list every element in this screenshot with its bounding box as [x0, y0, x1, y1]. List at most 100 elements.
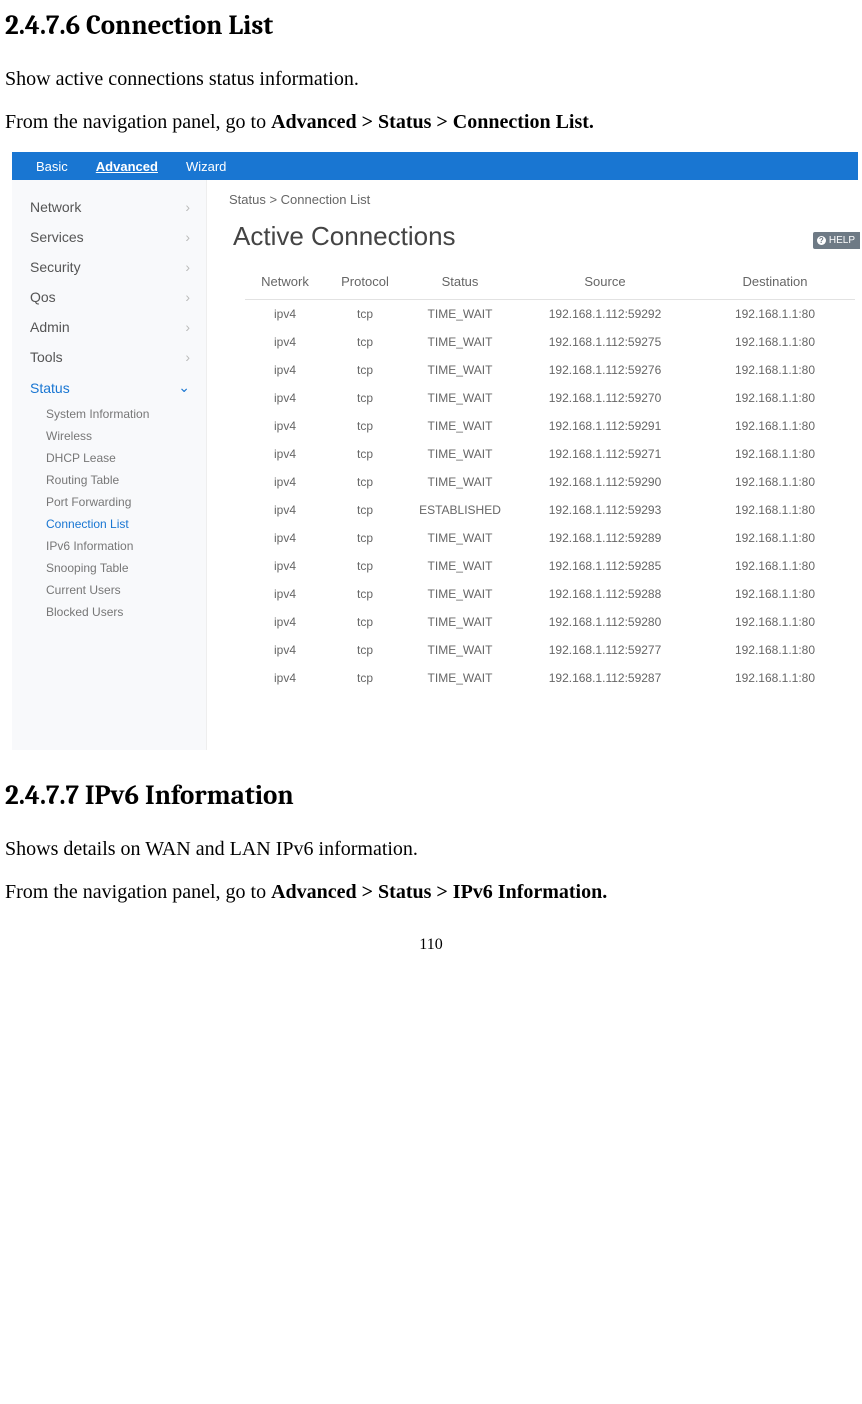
cell-destination: 192.168.1.1:80: [695, 608, 855, 636]
table-row: ipv4tcpTIME_WAIT192.168.1.112:59277192.1…: [245, 636, 855, 664]
cell-protocol: tcp: [325, 356, 405, 384]
cell-destination: 192.168.1.1:80: [695, 664, 855, 692]
sidebar-item-security[interactable]: Security ›: [12, 252, 206, 282]
sidebar-item-admin[interactable]: Admin ›: [12, 312, 206, 342]
cell-destination: 192.168.1.1:80: [695, 356, 855, 384]
th-destination: Destination: [695, 264, 855, 300]
tab-advanced[interactable]: Advanced: [82, 154, 172, 179]
cell-protocol: tcp: [325, 300, 405, 329]
breadcrumb: Status > Connection List: [227, 186, 858, 221]
help-label: HELP: [829, 235, 855, 246]
cell-network: ipv4: [245, 300, 325, 329]
app-body: Network › Services › Security › Qos › Ad…: [12, 180, 858, 750]
cell-protocol: tcp: [325, 664, 405, 692]
sidebar-item-qos[interactable]: Qos ›: [12, 282, 206, 312]
help-icon: ?: [817, 236, 826, 245]
cell-destination: 192.168.1.1:80: [695, 580, 855, 608]
section1-p2-prefix: From the navigation panel, go to: [5, 111, 271, 133]
table-row: ipv4tcpTIME_WAIT192.168.1.112:59291192.1…: [245, 412, 855, 440]
sidebar-sub-port-forwarding[interactable]: Port Forwarding: [12, 491, 206, 513]
section2-para1: Shows details on WAN and LAN IPv6 inform…: [5, 836, 862, 863]
table-row: ipv4tcpTIME_WAIT192.168.1.112:59289192.1…: [245, 524, 855, 552]
table-row: ipv4tcpTIME_WAIT192.168.1.112:59270192.1…: [245, 384, 855, 412]
sidebar-item-tools[interactable]: Tools ›: [12, 342, 206, 372]
cell-destination: 192.168.1.1:80: [695, 300, 855, 329]
cell-network: ipv4: [245, 608, 325, 636]
sidebar-item-label: Network: [30, 199, 81, 215]
cell-destination: 192.168.1.1:80: [695, 440, 855, 468]
sidebar-item-services[interactable]: Services ›: [12, 222, 206, 252]
cell-network: ipv4: [245, 328, 325, 356]
chevron-right-icon: ›: [185, 289, 190, 305]
cell-protocol: tcp: [325, 580, 405, 608]
cell-source: 192.168.1.112:59292: [515, 300, 695, 329]
th-status: Status: [405, 264, 515, 300]
connections-table-wrap: Network Protocol Status Source Destinati…: [245, 264, 858, 692]
cell-destination: 192.168.1.1:80: [695, 384, 855, 412]
table-row: ipv4tcpTIME_WAIT192.168.1.112:59287192.1…: [245, 664, 855, 692]
cell-protocol: tcp: [325, 524, 405, 552]
cell-network: ipv4: [245, 636, 325, 664]
sidebar-sub-current-users[interactable]: Current Users: [12, 579, 206, 601]
help-button[interactable]: ? HELP: [813, 232, 860, 249]
cell-network: ipv4: [245, 524, 325, 552]
sidebar-item-network[interactable]: Network ›: [12, 192, 206, 222]
table-row: ipv4tcpTIME_WAIT192.168.1.112:59280192.1…: [245, 608, 855, 636]
chevron-down-icon: ⌄: [178, 379, 190, 396]
cell-source: 192.168.1.112:59293: [515, 496, 695, 524]
section-heading-1: 2.4.7.6 Connection List: [5, 10, 862, 41]
table-row: ipv4tcpTIME_WAIT192.168.1.112:59292192.1…: [245, 300, 855, 329]
cell-protocol: tcp: [325, 496, 405, 524]
cell-status: TIME_WAIT: [405, 580, 515, 608]
sidebar-sub-ipv6-information[interactable]: IPv6 Information: [12, 535, 206, 557]
sidebar-sub-system-information[interactable]: System Information: [12, 403, 206, 425]
section2-p2-bold: Advanced > Status > IPv6 Information.: [271, 881, 607, 903]
cell-status: TIME_WAIT: [405, 328, 515, 356]
cell-destination: 192.168.1.1:80: [695, 496, 855, 524]
cell-status: TIME_WAIT: [405, 384, 515, 412]
th-source: Source: [515, 264, 695, 300]
th-network: Network: [245, 264, 325, 300]
cell-status: TIME_WAIT: [405, 468, 515, 496]
cell-source: 192.168.1.112:59270: [515, 384, 695, 412]
cell-destination: 192.168.1.1:80: [695, 468, 855, 496]
sidebar-sub-routing-table[interactable]: Routing Table: [12, 469, 206, 491]
chevron-right-icon: ›: [185, 319, 190, 335]
tab-basic[interactable]: Basic: [22, 154, 82, 179]
main-panel: Status > Connection List ? HELP Active C…: [207, 180, 858, 750]
sidebar-item-label: Services: [30, 229, 84, 245]
sidebar-sub-snooping-table[interactable]: Snooping Table: [12, 557, 206, 579]
cell-destination: 192.168.1.1:80: [695, 552, 855, 580]
cell-network: ipv4: [245, 580, 325, 608]
section2-p2-prefix: From the navigation panel, go to: [5, 881, 271, 903]
sidebar-sub-dhcp-lease[interactable]: DHCP Lease: [12, 447, 206, 469]
cell-protocol: tcp: [325, 552, 405, 580]
connections-table: Network Protocol Status Source Destinati…: [245, 264, 855, 692]
sidebar-sub-wireless[interactable]: Wireless: [12, 425, 206, 447]
section-heading-2: 2.4.7.7 IPv6 Information: [5, 780, 862, 811]
cell-protocol: tcp: [325, 328, 405, 356]
tab-wizard[interactable]: Wizard: [172, 154, 240, 179]
sidebar-sub-blocked-users[interactable]: Blocked Users: [12, 601, 206, 623]
cell-status: TIME_WAIT: [405, 356, 515, 384]
cell-network: ipv4: [245, 356, 325, 384]
chevron-right-icon: ›: [185, 199, 190, 215]
section2-para2: From the navigation panel, go to Advance…: [5, 879, 862, 906]
cell-destination: 192.168.1.1:80: [695, 524, 855, 552]
section1-para1: Show active connections status informati…: [5, 66, 862, 93]
table-header-row: Network Protocol Status Source Destinati…: [245, 264, 855, 300]
sidebar-sub-connection-list[interactable]: Connection List: [12, 513, 206, 535]
page-number: 110: [0, 936, 862, 954]
cell-protocol: tcp: [325, 384, 405, 412]
cell-source: 192.168.1.112:59280: [515, 608, 695, 636]
cell-protocol: tcp: [325, 608, 405, 636]
table-row: ipv4tcpTIME_WAIT192.168.1.112:59288192.1…: [245, 580, 855, 608]
cell-network: ipv4: [245, 412, 325, 440]
sidebar-item-label: Qos: [30, 289, 56, 305]
cell-status: TIME_WAIT: [405, 524, 515, 552]
sidebar: Network › Services › Security › Qos › Ad…: [12, 180, 207, 750]
cell-status: TIME_WAIT: [405, 608, 515, 636]
section1-p2-bold: Advanced > Status > Connection List.: [271, 111, 594, 133]
cell-source: 192.168.1.112:59285: [515, 552, 695, 580]
sidebar-item-status[interactable]: Status ⌄: [12, 372, 206, 403]
